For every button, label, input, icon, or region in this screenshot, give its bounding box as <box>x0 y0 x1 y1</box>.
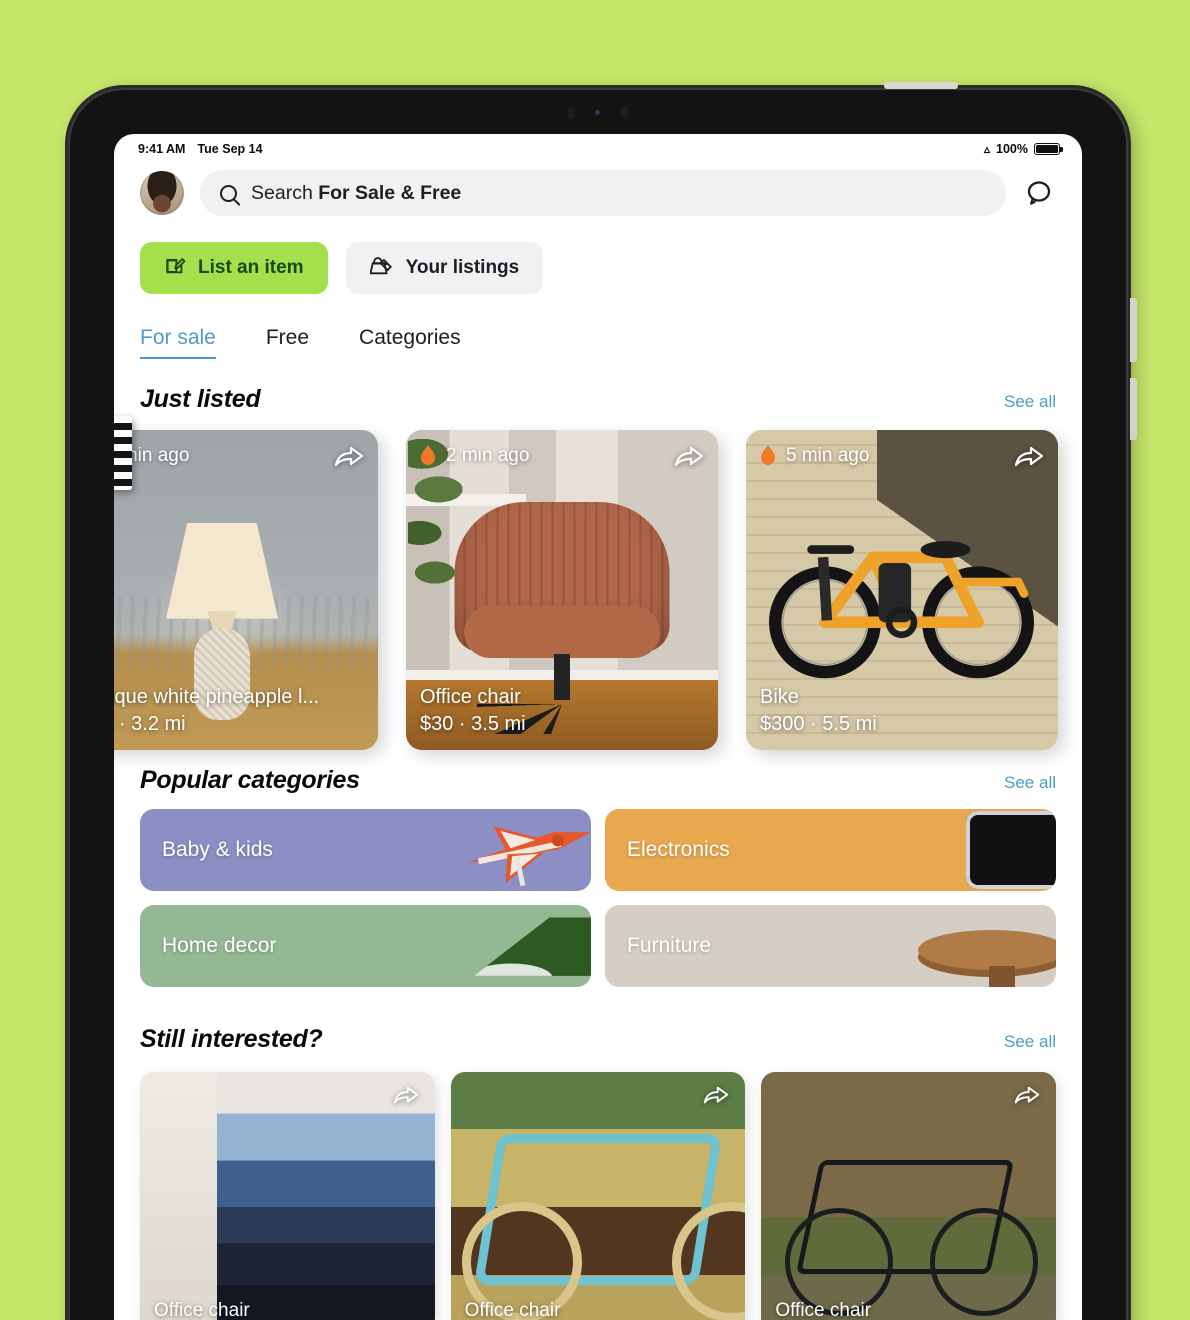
listing-time-badge: 2 min ago <box>418 444 529 468</box>
status-date: Tue Sep 14 <box>197 142 263 156</box>
power-button[interactable] <box>884 82 958 89</box>
listing-title: Office chair <box>775 1300 872 1320</box>
category-label: Home decor <box>162 934 277 957</box>
listing-image <box>761 1072 1056 1320</box>
search-input[interactable]: Search For Sale & Free <box>200 170 1006 216</box>
wifi-icon: ▵ <box>983 142 991 156</box>
listing-title: Office chair <box>420 686 521 708</box>
just-listed-title: Just listed <box>140 385 261 413</box>
tab-free[interactable]: Free <box>266 326 309 359</box>
listing-time-badge: 5 min ago <box>758 444 869 468</box>
listing-price-distance: $30 · 3.5 mi <box>420 713 526 735</box>
interested-card-blue-bike[interactable]: Office chair <box>450 1072 746 1320</box>
listing-time-text: 5 min ago <box>786 445 870 466</box>
category-card-home-decor[interactable]: Home decor <box>140 905 591 987</box>
action-buttons: List an item Your listings <box>114 216 1082 294</box>
list-an-item-label: List an item <box>198 257 304 278</box>
your-listings-label: Your listings <box>405 257 520 278</box>
just-listed-carousel[interactable]: 2 min ago Antique white pineapple l... $… <box>114 416 1082 760</box>
popular-categories-grid: Baby & kids Electronics Home decor Furni… <box>114 795 1082 987</box>
just-listed-see-all[interactable]: See all <box>1004 392 1056 412</box>
share-arrow-icon[interactable] <box>1014 444 1044 470</box>
just-listed-header: Just listed See all <box>114 385 1082 414</box>
battery-icon <box>1034 143 1063 155</box>
popular-categories-see-all[interactable]: See all <box>1004 773 1056 793</box>
front-camera-array <box>567 106 629 119</box>
battery-percent: 100% <box>996 142 1028 156</box>
listing-meta: Office chair $30 · 3.5 mi <box>420 686 708 736</box>
interested-card-green-bike[interactable]: Office chair <box>761 1072 1056 1320</box>
status-bar: 9:41 AM Tue Sep 14 ▵ 100% <box>114 134 1082 164</box>
volume-up-button[interactable] <box>1130 298 1137 362</box>
category-card-baby-kids[interactable]: Baby & kids <box>140 809 591 891</box>
tag-listing-icon <box>369 253 394 283</box>
bike-wheel-shape <box>930 1208 1039 1317</box>
search-icon <box>220 184 237 202</box>
category-card-electronics[interactable]: Electronics <box>605 809 1056 891</box>
search-header: Search For Sale & Free <box>114 164 1082 216</box>
listing-title: Office chair <box>154 1300 250 1320</box>
search-placeholder-text: Search For Sale & Free <box>251 182 461 205</box>
tab-categories[interactable]: Categories <box>359 326 461 359</box>
category-card-furniture[interactable]: Furniture <box>605 905 1056 987</box>
category-label: Furniture <box>627 934 712 957</box>
listing-time-text: 2 min ago <box>446 445 530 466</box>
listing-title: Antique white pineapple l... <box>114 686 320 708</box>
popular-categories-title: Popular categories <box>140 766 360 794</box>
category-label: Electronics <box>627 838 730 861</box>
listing-meta: Bike $300 · 5.5 mi <box>760 686 1048 736</box>
listing-card-lamp[interactable]: 2 min ago Antique white pineapple l... $… <box>114 430 378 750</box>
avatar[interactable] <box>140 171 184 215</box>
share-arrow-icon[interactable] <box>334 444 364 470</box>
chat-bubble-icon[interactable] <box>1022 176 1056 210</box>
list-an-item-button[interactable]: List an item <box>140 242 328 294</box>
still-interested-grid: Office chair Office chair Office chair <box>114 1054 1082 1320</box>
still-interested-title: Still interested? <box>140 1025 323 1053</box>
still-interested-header: Still interested? See all <box>114 1025 1082 1054</box>
flame-icon <box>758 444 778 468</box>
listing-meta: Antique white pineapple l... $25 · 3.2 m… <box>114 686 368 736</box>
tablet-device-icon <box>966 811 1056 889</box>
bicycle-illustration <box>769 540 1035 678</box>
dragged-thumbnail-overlay[interactable] <box>114 416 132 490</box>
listing-title: Bike <box>760 686 799 708</box>
listing-card-office-chair[interactable]: 2 min ago Office chair $30 · 3.5 mi <box>406 430 718 750</box>
toy-airplane-icon <box>466 826 591 887</box>
share-arrow-icon[interactable] <box>1014 1084 1044 1110</box>
search-prefix: Search <box>251 181 319 204</box>
tab-for-sale[interactable]: For sale <box>140 326 216 359</box>
listing-image <box>450 1072 746 1320</box>
search-bold-text: For Sale & Free <box>318 181 462 204</box>
listing-price-distance: $25 · 3.2 mi <box>114 713 186 735</box>
your-listings-button[interactable]: Your listings <box>345 242 544 294</box>
pendant-lamp-icon <box>473 917 591 976</box>
popular-categories-header: Popular categories See all <box>114 766 1082 795</box>
chair-seat-shape <box>464 605 660 658</box>
flame-icon <box>418 444 438 468</box>
camera-lens-icon <box>595 110 600 115</box>
share-arrow-icon[interactable] <box>703 1084 733 1110</box>
status-time: 9:41 AM <box>138 142 186 156</box>
app-screen: 9:41 AM Tue Sep 14 ▵ 100% Search For Sal… <box>114 134 1082 1320</box>
camera-sensor-icon <box>567 106 575 119</box>
interested-card-jeans[interactable]: Office chair <box>140 1072 435 1320</box>
category-tabs: For sale Free Categories <box>114 294 1082 359</box>
listing-price-distance: $300 · 5.5 mi <box>760 713 877 735</box>
still-interested-see-all[interactable]: See all <box>1004 1032 1056 1052</box>
lamp-shade-shape <box>166 522 278 619</box>
camera-dot-icon <box>620 106 629 119</box>
listing-card-bike[interactable]: 5 min ago Bike $300 · 5.5 mi <box>746 430 1058 750</box>
volume-down-button[interactable] <box>1130 378 1137 440</box>
tablet-device-frame: 9:41 AM Tue Sep 14 ▵ 100% Search For Sal… <box>68 82 1137 1320</box>
compose-pencil-icon <box>164 254 186 282</box>
category-label: Baby & kids <box>162 838 273 861</box>
listing-title: Office chair <box>464 1300 561 1320</box>
wooden-table-icon <box>918 930 1056 987</box>
listing-image <box>140 1072 435 1320</box>
share-arrow-icon[interactable] <box>674 444 704 470</box>
share-arrow-icon[interactable] <box>393 1084 423 1110</box>
